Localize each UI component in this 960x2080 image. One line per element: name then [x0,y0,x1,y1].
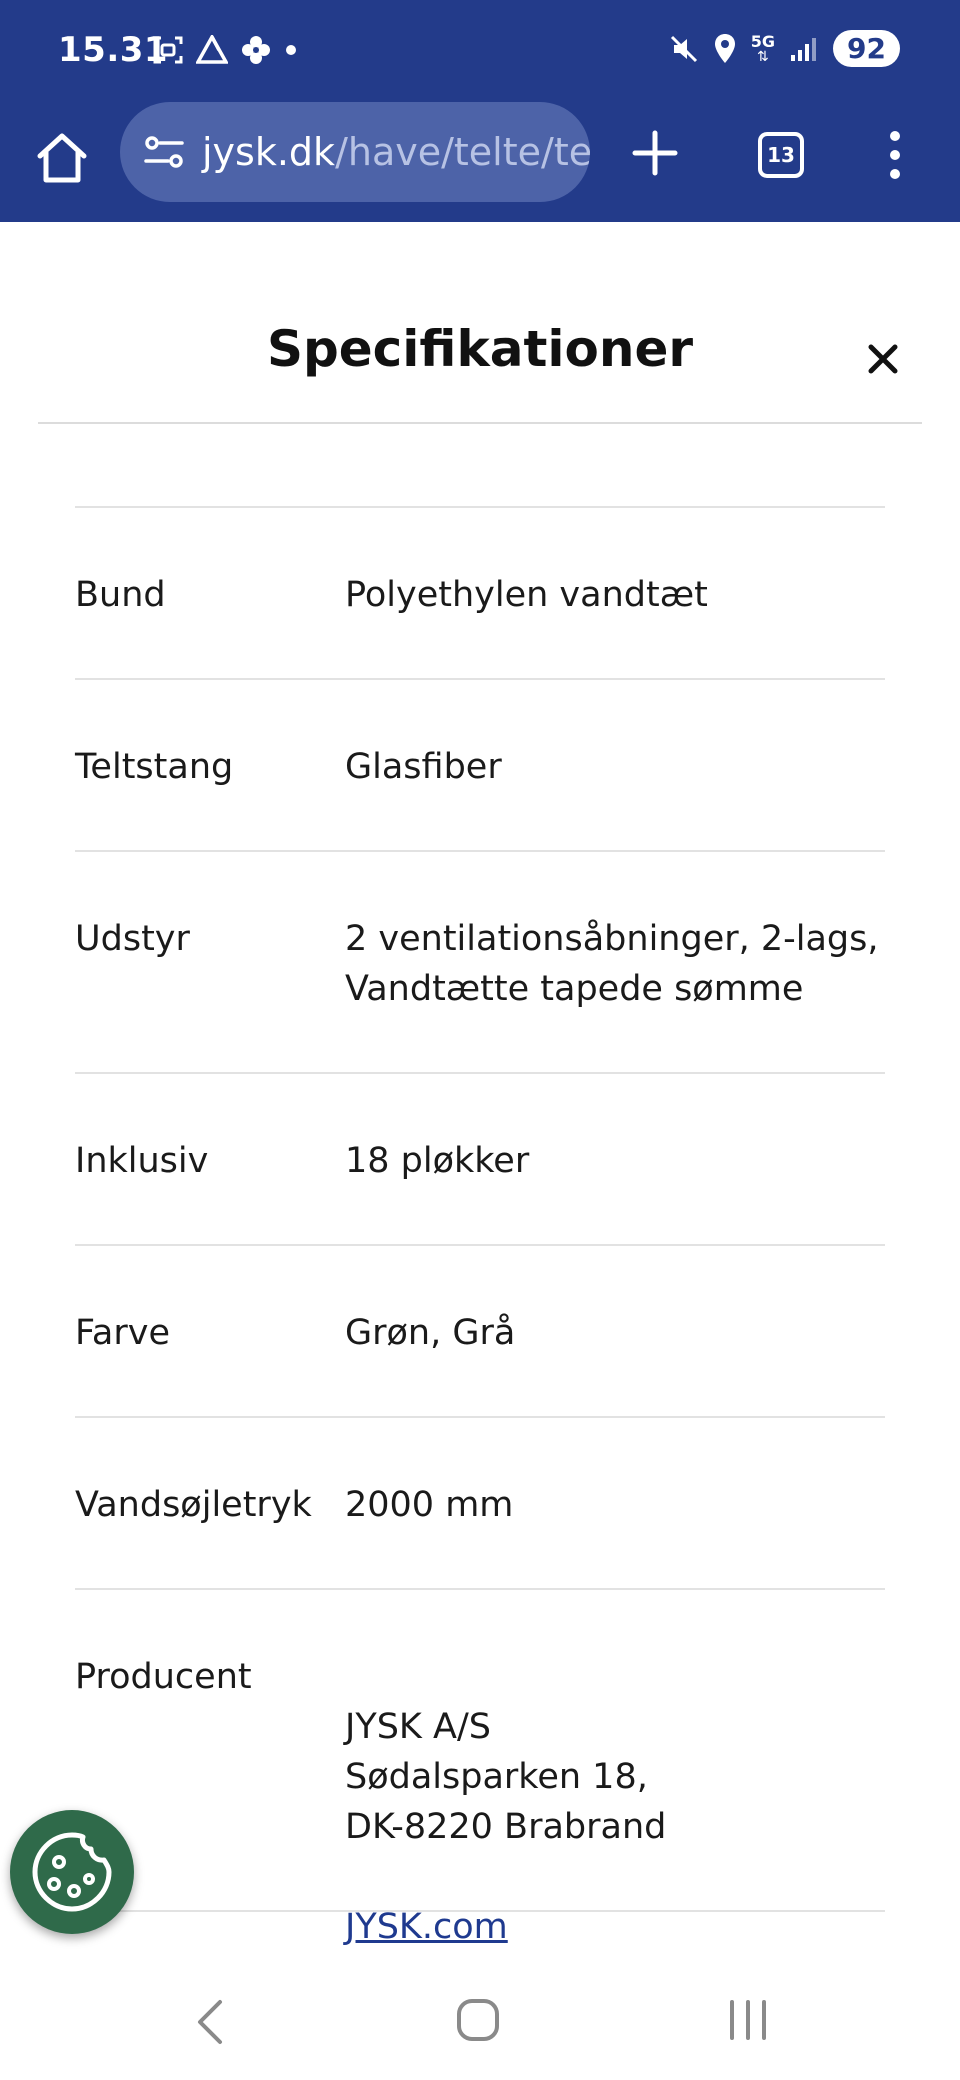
back-icon[interactable] [190,1998,230,2046]
url-text[interactable]: jysk.dk/have/telte/tel [202,130,590,174]
network-type-icon: 5G ⇅ [750,31,776,65]
spec-label: Farve [75,1313,171,1353]
spec-value: Polyethylen vandtæt [345,575,708,615]
spec-label: Teltstang [75,747,234,787]
producent-address: JYSK A/S Sødalsparken 18, DK-8220 Brabra… [345,1707,667,1847]
spec-label: Udstyr [75,919,190,959]
recent-apps-icon[interactable] [726,1998,770,2042]
spec-row-farve: Farve Grøn, Grå [75,1246,885,1418]
tab-switcher-button[interactable]: 13 [758,132,804,178]
dot-icon [286,45,296,55]
spec-row-bund: Bund Polyethylen vandtæt [75,508,885,680]
mute-icon [670,35,697,62]
panel-title: Specifikationer [266,320,694,378]
location-icon [714,33,735,63]
battery-indicator: 92 [833,30,900,67]
spec-value: 2000 mm [345,1485,514,1525]
status-bar: 15.31 5G ⇅ 92 [0,0,960,100]
site-settings-icon[interactable] [142,130,186,174]
spec-row-producent: Producent JYSK A/S Sødalsparken 18, DK-8… [75,1590,885,1947]
spec-label: Inklusiv [75,1141,209,1181]
spec-row-udstyr: Udstyr 2 ventilationsåbninger, 2-lags, V… [75,852,885,1074]
status-left-icons [152,34,298,66]
navigation-bar [0,1960,960,2080]
spec-value: Glasfiber [345,747,502,787]
spec-value: Grøn, Grå [345,1313,516,1353]
signal-icon [791,37,817,61]
spec-row-teltstang: Teltstang Glasfiber [75,680,885,852]
more-menu-icon[interactable] [880,128,910,182]
url-domain: jysk.dk [202,130,336,174]
browser-toolbar: jysk.dk/have/telte/tel 13 [0,100,960,222]
home-icon[interactable] [34,130,90,186]
spec-row-inklusiv: Inklusiv 18 pløkker [75,1074,885,1246]
network-label: 5G [750,31,776,51]
url-path: /have/telte/tel [335,130,590,174]
spec-label: Producent [75,1657,252,1697]
address-bar[interactable]: jysk.dk/have/telte/tel [120,102,590,202]
status-right-icons: 5G ⇅ 92 [669,30,900,67]
close-icon[interactable] [864,340,902,378]
spec-value: 18 pløkker [345,1141,530,1181]
panel-header: Specifikationer [38,222,922,424]
spec-row-vandsoejletryk: Vandsøjletryk 2000 mm [75,1418,885,1590]
new-tab-icon[interactable] [630,128,680,178]
cookie-icon [32,1832,112,1912]
spec-value-producent: JYSK A/S Sødalsparken 18, DK-8220 Brabra… [345,1590,885,1952]
drive-icon [196,35,228,64]
screenshot-icon [153,36,183,64]
pinwheel-icon [242,36,270,64]
cookie-settings-button[interactable] [10,1810,134,1934]
spec-label: Vandsøjletryk [75,1485,312,1525]
spec-value: 2 ventilationsåbninger, 2-lags, Vandtætt… [345,919,879,1009]
jysk-website-link[interactable]: JYSK.com [345,1907,508,1947]
spec-table: Bund Polyethylen vandtæt Teltstang Glasf… [75,506,885,1947]
spec-label: Bund [75,575,166,615]
home-circle-icon[interactable] [456,1998,500,2042]
